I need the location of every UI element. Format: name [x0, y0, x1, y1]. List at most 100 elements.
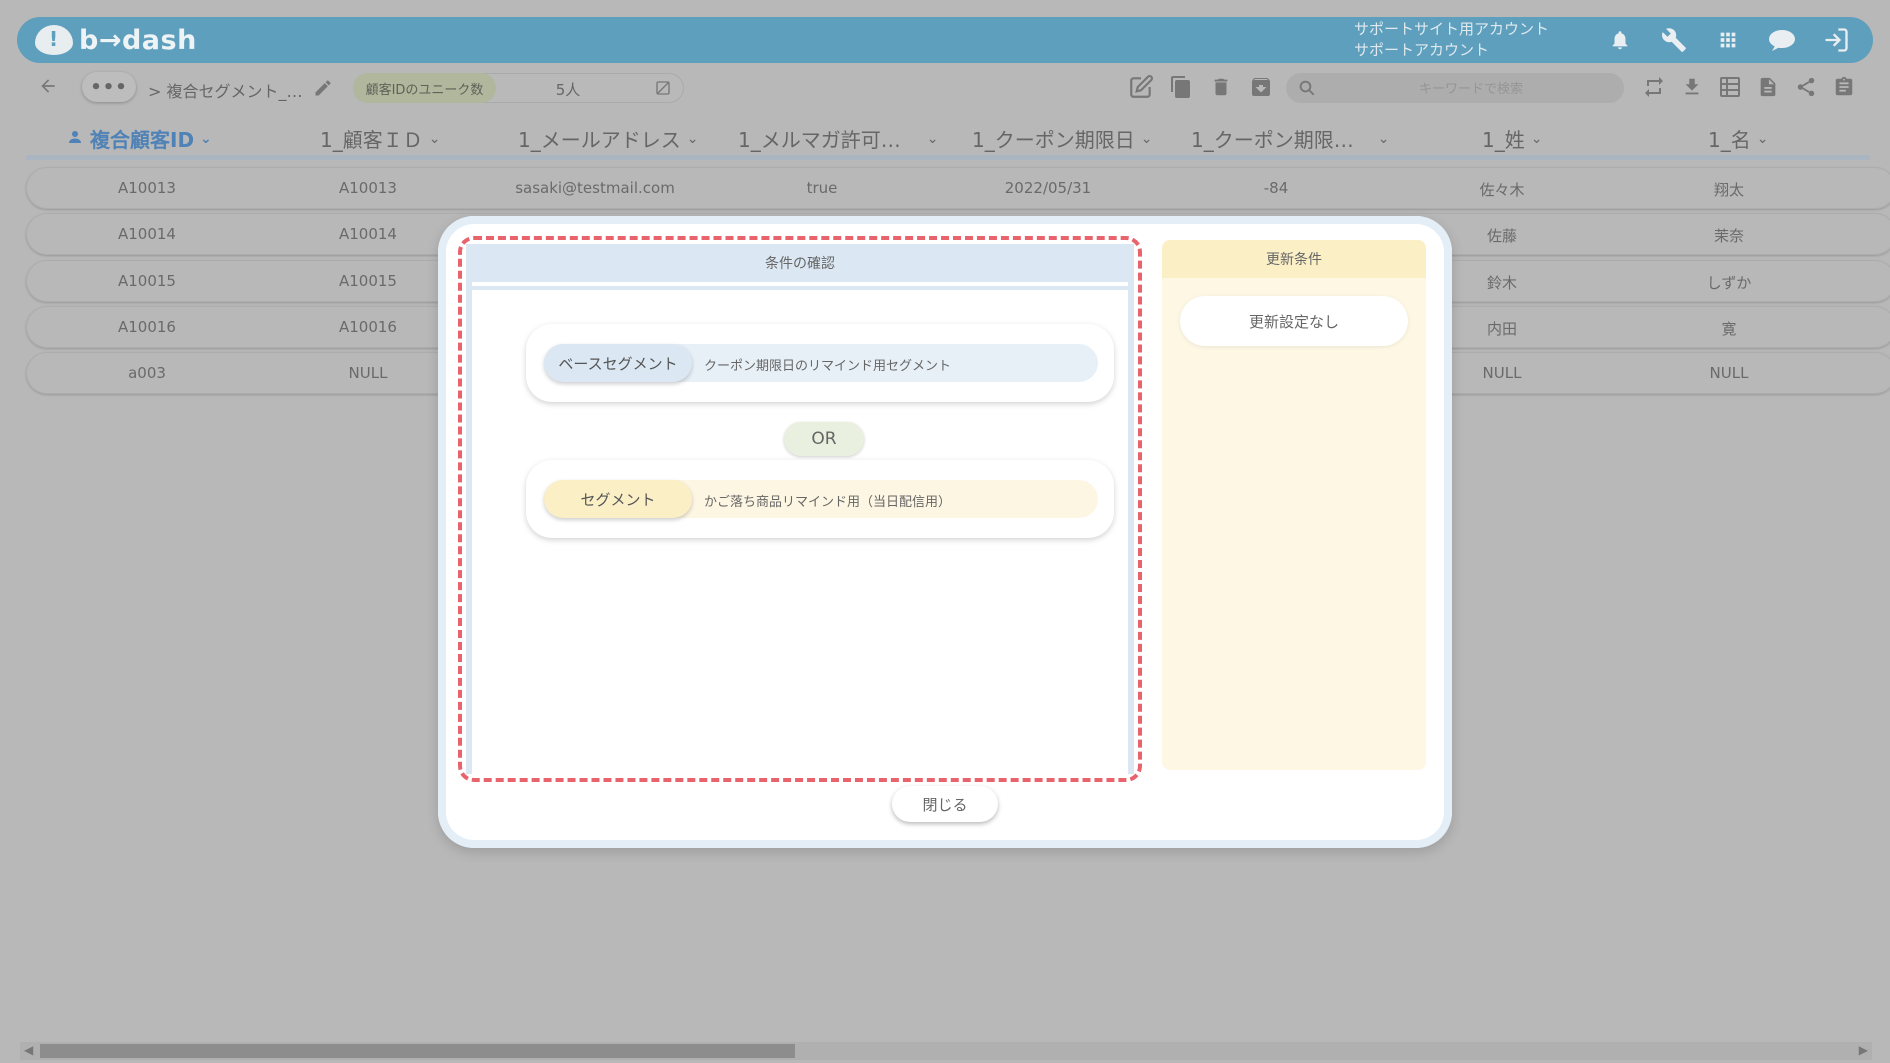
conditions-border-left	[466, 282, 472, 774]
column-header-coupon-days[interactable]: 1_クーポン期限… ⌄	[1191, 124, 1389, 153]
segment-track: セグメント かご落ち商品リマインド用（当日配信用）	[544, 480, 1098, 518]
close-button[interactable]: 閉じる	[892, 786, 998, 822]
chevron-down-icon[interactable]: ⌄	[429, 131, 441, 147]
base-segment-track: ベースセグメント クーポン期限日のリマインド用セグメント	[544, 344, 1098, 382]
column-header-customer-id[interactable]: 1_顧客ＩＤ ⌄	[320, 124, 440, 153]
toolbar: ••• > 複合セグメント_… 顧客IDのユニーク数 5人	[0, 70, 1890, 106]
conditions-border-right	[1128, 282, 1134, 774]
unique-count-widget: 顧客IDのユニーク数 5人	[353, 73, 684, 103]
table-cell: しずか	[1706, 274, 1752, 292]
table-cell: A10015	[118, 272, 176, 290]
share-icon[interactable]	[1793, 74, 1819, 100]
column-header-label: 1_クーポン期限日	[972, 128, 1135, 152]
table-cell: 寛	[1721, 320, 1737, 338]
person-icon	[66, 127, 84, 151]
horizontal-scrollbar[interactable]: ◀ ▶	[20, 1042, 1872, 1060]
table-header: 複合顧客ID ⌄ 1_顧客ＩＤ ⌄ 1_メールアドレス ⌄ 1_メルマガ許可… …	[0, 120, 1890, 156]
logout-icon[interactable]	[1819, 25, 1853, 55]
chevron-down-icon[interactable]: ⌄	[1378, 131, 1390, 147]
logo-mark-icon	[35, 25, 73, 55]
chevron-down-icon[interactable]: ⌄	[1757, 131, 1769, 147]
table-cell: NULL	[348, 364, 388, 382]
scrollbar-thumb[interactable]	[40, 1044, 795, 1058]
bdash-logo[interactable]: b→dash	[35, 23, 197, 57]
archive-icon[interactable]	[1248, 74, 1274, 100]
table-cell: A10015	[339, 272, 397, 290]
chevron-down-icon[interactable]: ⌄	[1531, 131, 1543, 147]
base-segment-tag: ベースセグメント	[544, 344, 692, 382]
copy-icon[interactable]	[1168, 74, 1194, 100]
update-conditions-title: 更新条件	[1162, 240, 1426, 278]
update-none-label: 更新設定なし	[1180, 296, 1408, 346]
table-cell: 茉奈	[1713, 227, 1744, 245]
segment-name: かご落ち商品リマインド用（当日配信用）	[704, 495, 952, 510]
column-header-coupon-expiry[interactable]: 1_クーポン期限日 ⌄	[972, 124, 1152, 153]
table-cell: -84	[1263, 179, 1289, 197]
back-arrow-icon[interactable]	[38, 76, 62, 100]
search-icon	[1298, 79, 1316, 97]
account-line-1: サポートサイト用アカウント	[1354, 20, 1550, 38]
table-cell: 佐々木	[1479, 181, 1525, 199]
search-input[interactable]	[1326, 76, 1616, 102]
column-header-first-name[interactable]: 1_名 ⌄	[1708, 124, 1768, 153]
visibility-off-icon[interactable]	[655, 80, 671, 96]
column-header-label: 1_メールアドレス	[518, 128, 681, 152]
chevron-down-icon[interactable]: ⌄	[200, 131, 212, 147]
table-cell: 翔太	[1713, 181, 1744, 199]
bell-icon[interactable]	[1603, 25, 1637, 55]
column-header-label: 1_顧客ＩＤ	[320, 128, 423, 152]
table-cell: A10014	[118, 225, 176, 243]
chevron-down-icon[interactable]: ⌄	[927, 131, 939, 147]
search-bar	[1286, 73, 1624, 103]
table-cell: A10016	[118, 318, 176, 336]
trash-icon[interactable]	[1208, 74, 1234, 100]
unique-count-value: 5人	[555, 81, 581, 99]
breadcrumb-more-button[interactable]: •••	[82, 72, 136, 102]
clipboard-icon[interactable]	[1831, 74, 1857, 100]
column-header-label: 1_メルマガ許可…	[738, 128, 901, 152]
app-header: b→dash サポートサイト用アカウント サポートアカウント	[17, 17, 1873, 63]
table-cell: true	[806, 179, 838, 197]
scroll-left-icon[interactable]: ◀	[24, 1043, 33, 1057]
table-row[interactable]: A10013 A10013 sasaki@testmail.com true 2…	[26, 167, 1890, 209]
column-header-last-name[interactable]: 1_姓 ⌄	[1482, 124, 1542, 153]
chevron-down-icon[interactable]: ⌄	[687, 131, 699, 147]
column-header-composite-id[interactable]: 複合顧客ID ⌄	[66, 124, 212, 153]
wrench-icon[interactable]	[1657, 25, 1691, 55]
pencil-icon[interactable]	[313, 78, 333, 98]
download-icon[interactable]	[1679, 74, 1705, 100]
edit-note-icon[interactable]	[1128, 74, 1154, 100]
brand-name: b→dash	[79, 24, 197, 56]
chevron-down-icon[interactable]: ⌄	[1141, 131, 1153, 147]
segment-card: セグメント かご落ち商品リマインド用（当日配信用）	[526, 460, 1114, 538]
scroll-right-icon[interactable]: ▶	[1859, 1043, 1868, 1057]
column-header-label: 1_名	[1708, 128, 1751, 152]
table-view-icon[interactable]	[1717, 74, 1743, 100]
table-cell: NULL	[1709, 364, 1749, 382]
conditions-title: 条件の確認	[466, 244, 1134, 282]
apps-grid-icon[interactable]	[1711, 25, 1745, 55]
document-icon[interactable]	[1755, 74, 1781, 100]
column-header-email[interactable]: 1_メールアドレス ⌄	[518, 124, 698, 153]
conditions-panel: 条件の確認 ベースセグメント クーポン期限日のリマインド用セグメント OR セグ…	[458, 236, 1142, 782]
table-cell: a003	[128, 364, 166, 382]
operator-badge: OR	[784, 422, 864, 456]
base-segment-name: クーポン期限日のリマインド用セグメント	[704, 359, 952, 374]
table-cell: A10016	[339, 318, 397, 336]
unique-count-label: 顧客IDのユニーク数	[353, 73, 496, 103]
table-cell: sasaki@testmail.com	[515, 179, 675, 197]
update-conditions-panel: 更新条件 更新設定なし	[1162, 240, 1426, 770]
column-header-label: 複合顧客ID	[90, 128, 195, 152]
column-header-label: 1_クーポン期限…	[1191, 128, 1354, 152]
conditions-divider	[466, 286, 1134, 290]
table-cell: 2022/05/31	[1004, 179, 1092, 197]
column-header-newsletter[interactable]: 1_メルマガ許可… ⌄	[738, 124, 938, 153]
table-cell: A10013	[339, 179, 397, 197]
base-segment-card: ベースセグメント クーポン期限日のリマインド用セグメント	[526, 324, 1114, 402]
account-line-2: サポートアカウント	[1354, 41, 1490, 59]
breadcrumb-current[interactable]: > 複合セグメント_…	[148, 78, 303, 102]
table-cell: A10013	[118, 179, 176, 197]
chat-bubble-icon[interactable]	[1765, 25, 1799, 55]
sync-icon[interactable]	[1641, 74, 1667, 100]
header-divider	[26, 155, 1870, 160]
